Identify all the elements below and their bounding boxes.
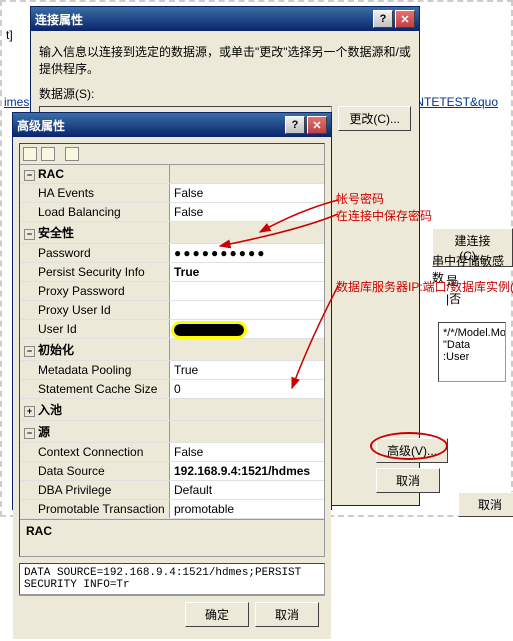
instruction-text: 输入信息以连接到选定的数据源，或单击"更改"选择另一个数据源和/或提供程序。	[39, 43, 411, 77]
grid-toolbar	[20, 144, 324, 165]
titlebar: 连接属性 ? ✕	[31, 7, 419, 31]
annotation-password: 帐号密码 在连接中保存密码	[336, 190, 432, 224]
prop-row[interactable]: Metadata PoolingTrue	[20, 361, 324, 380]
ok-button[interactable]: 确定	[185, 602, 249, 627]
category-source[interactable]: −源	[20, 421, 324, 443]
prop-row[interactable]: DBA PrivilegeDefault	[20, 481, 324, 500]
cancel-button[interactable]: 取消	[255, 602, 319, 627]
datasource-label: 数据源(S):	[39, 85, 411, 102]
property-grid: −RAC HA EventsFalse Load BalancingFalse …	[19, 143, 325, 557]
bg-text: imes	[4, 95, 29, 109]
prop-row[interactable]: Proxy Password	[20, 282, 324, 301]
outer-cancel-button[interactable]: 取消	[458, 492, 513, 517]
close-icon[interactable]: ✕	[307, 116, 327, 134]
categorize-icon[interactable]	[23, 147, 37, 161]
sort-icon[interactable]	[41, 147, 55, 161]
category-init[interactable]: −初始化	[20, 339, 324, 361]
advanced-properties-dialog: 高级属性 ? ✕ −RAC HA EventsFalse Load Balanc…	[12, 112, 332, 510]
prop-row[interactable]: HA EventsFalse	[20, 184, 324, 203]
connection-string-field[interactable]: DATA SOURCE=192.168.9.4:1521/hdmes;PERSI…	[19, 563, 325, 595]
help-icon[interactable]: ?	[373, 10, 393, 28]
bg-text: t]	[6, 28, 13, 42]
conn-cancel-button[interactable]: 取消	[376, 468, 440, 493]
prop-row[interactable]: Promotable Transactionpromotable	[20, 500, 324, 519]
change-button[interactable]: 更改(C)...	[338, 106, 411, 131]
prop-row[interactable]: Context ConnectionFalse	[20, 443, 324, 462]
prop-row[interactable]: Statement Cache Size0	[20, 380, 324, 399]
prop-row[interactable]: Proxy User Id	[20, 301, 324, 320]
annotation-datasource: 数据库服务器IP:端口/数据库实例(SID)	[336, 278, 513, 295]
prop-row-userid[interactable]: User Id	[20, 320, 324, 339]
prop-row-datasource[interactable]: Data Source192.168.9.4:1521/hdmes	[20, 462, 324, 481]
dialog-title: 高级属性	[17, 117, 283, 134]
category-pool[interactable]: +入池	[20, 399, 324, 421]
category-security[interactable]: −安全性	[20, 222, 324, 244]
category-rac[interactable]: −RAC	[20, 165, 324, 184]
advanced-button[interactable]: 高级(V)...	[376, 438, 448, 463]
help-icon[interactable]: ?	[285, 116, 305, 134]
model-text: */*/Model.Mod "Data :User	[438, 322, 506, 382]
pages-icon[interactable]	[65, 147, 79, 161]
prop-row-password[interactable]: Password●●●●●●●●●●	[20, 244, 324, 263]
close-icon[interactable]: ✕	[395, 10, 415, 28]
prop-row-persist[interactable]: Persist Security InfoTrue	[20, 263, 324, 282]
titlebar: 高级属性 ? ✕	[13, 113, 331, 137]
dialog-title: 连接属性	[35, 11, 371, 28]
prop-row[interactable]: Load BalancingFalse	[20, 203, 324, 222]
detail-label: RAC	[26, 524, 318, 538]
